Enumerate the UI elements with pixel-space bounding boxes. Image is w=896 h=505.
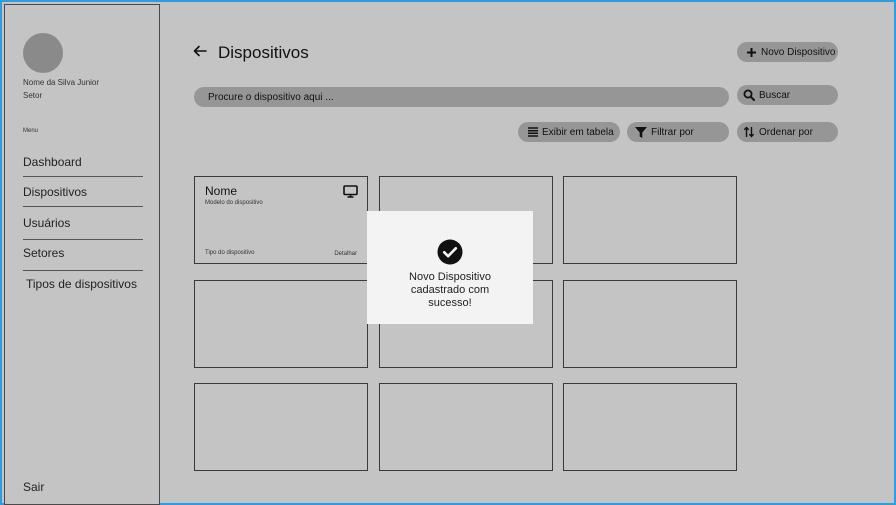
success-toast: Novo Dispositivo cadastrado com sucesso! bbox=[367, 211, 533, 324]
sort-label: Ordenar por bbox=[759, 126, 813, 138]
table-view-label: Exibir em tabela bbox=[542, 126, 614, 138]
table-view-button[interactable]: Exibir em tabela bbox=[518, 122, 620, 142]
sidebar-divider bbox=[23, 239, 143, 240]
app-window: Nome da Silva Junior Setor Menu Dashboar… bbox=[0, 0, 896, 505]
filter-label: Filtrar por bbox=[651, 126, 694, 138]
user-sector: Setor bbox=[23, 91, 43, 100]
device-card-name: Nome bbox=[205, 184, 238, 198]
sidebar-divider bbox=[23, 176, 143, 177]
device-card-empty[interactable] bbox=[563, 176, 737, 264]
device-card-type: Tipo do dispositivo bbox=[205, 250, 255, 256]
search-button[interactable]: Buscar bbox=[737, 85, 838, 105]
toast-message: Novo Dispositivo cadastrado com sucesso! bbox=[409, 271, 491, 309]
user-name: Nome da Silva Junior bbox=[23, 78, 100, 87]
logout-link[interactable]: Sair bbox=[23, 480, 44, 494]
sidebar-item-dashboard[interactable]: Dashboard bbox=[23, 155, 143, 169]
new-device-button-label: Novo Dispositivo bbox=[761, 46, 836, 58]
sidebar-divider bbox=[23, 270, 143, 271]
device-card-model: Modelo do dispositivo bbox=[205, 200, 263, 206]
sidebar-item-setores[interactable]: Setores bbox=[23, 246, 143, 260]
sort-button[interactable]: Ordenar por bbox=[737, 122, 838, 142]
device-card-detail-link[interactable]: Detalhar bbox=[334, 251, 357, 257]
device-card-empty[interactable] bbox=[194, 280, 368, 368]
menu-label: Menu bbox=[23, 128, 39, 134]
list-icon bbox=[528, 127, 538, 137]
arrow-left-icon[interactable] bbox=[192, 43, 208, 59]
device-card-empty[interactable] bbox=[563, 280, 737, 368]
plus-icon bbox=[747, 47, 756, 57]
sort-icon bbox=[743, 126, 755, 138]
page-title: Dispositivos bbox=[218, 43, 309, 62]
filter-icon bbox=[635, 126, 647, 138]
monitor-icon bbox=[343, 185, 358, 198]
sidebar-item-tipos-de-dispositivos[interactable]: Tipos de dispositivos bbox=[26, 277, 156, 291]
device-card-empty[interactable] bbox=[194, 383, 368, 471]
sidebar: Nome da Silva Junior Setor Menu Dashboar… bbox=[4, 4, 160, 505]
search-input[interactable] bbox=[194, 87, 729, 107]
device-card-empty[interactable] bbox=[563, 383, 737, 471]
sidebar-divider bbox=[23, 206, 143, 207]
sidebar-item-usuarios[interactable]: Usuários bbox=[23, 216, 143, 230]
check-circle-icon bbox=[437, 239, 463, 265]
search-button-label: Buscar bbox=[759, 89, 791, 101]
search-icon bbox=[743, 89, 755, 101]
device-card-empty[interactable] bbox=[379, 383, 553, 471]
avatar[interactable] bbox=[23, 33, 63, 73]
device-card[interactable]: Nome Modelo do dispositivo Tipo do dispo… bbox=[194, 176, 368, 264]
sidebar-item-dispositivos[interactable]: Dispositivos bbox=[23, 185, 143, 199]
new-device-button[interactable]: Novo Dispositivo bbox=[737, 42, 838, 62]
filter-button[interactable]: Filtrar por bbox=[627, 122, 729, 142]
